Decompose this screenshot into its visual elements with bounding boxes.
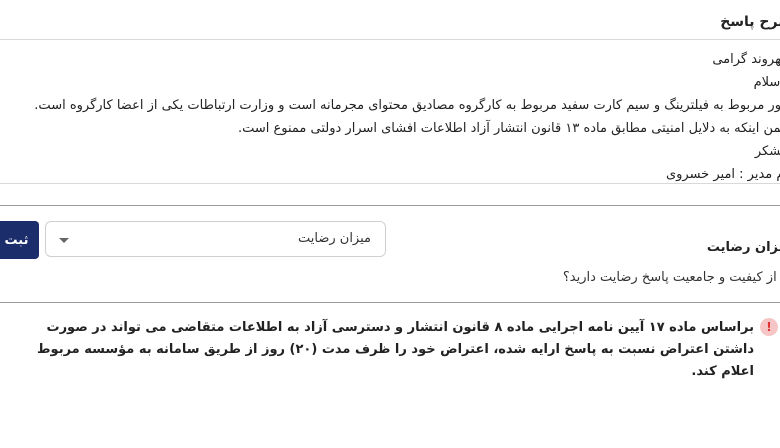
objection-notice: ! براساس ماده ۱۷ آیین نامه اجرایی ماده ۸…: [0, 317, 780, 379]
rating-bottom-divider: [0, 302, 780, 303]
satisfaction-select[interactable]: میزان رضایت: [45, 221, 386, 257]
answer-line: باتشکر: [754, 144, 780, 159]
select-value: میزان رضایت: [297, 231, 371, 246]
rating-top-divider: [0, 205, 780, 206]
rating-title: میزان رضایت: [706, 240, 780, 255]
body-divider: [0, 183, 780, 184]
exclamation-icon: !: [760, 318, 778, 336]
answer-line: شهروند گرامی: [712, 52, 780, 67]
answer-line: امور مربوط به فیلترینگ و سیم کارت سفید م…: [34, 98, 780, 113]
response-page: شرح پاسخ شهروند گرامی با سلام امور مربوط…: [0, 0, 780, 448]
notice-text: براساس ماده ۱۷ آیین نامه اجرایی ماده ۸ ق…: [37, 320, 754, 379]
chevron-down-icon: [59, 238, 69, 243]
answer-header: شرح پاسخ: [720, 14, 780, 30]
answer-body: شهروند گرامی با سلام امور مربوط به فیلتر…: [34, 48, 780, 186]
answer-line: با سلام: [753, 75, 780, 90]
rating-question: آیا از کیفیت و جامعیت پاسخ رضایت دارید؟: [562, 270, 780, 285]
answer-line: ضمن اینکه به دلایل امنیتی مطابق ماده ۱۳ …: [237, 121, 780, 136]
submit-button[interactable]: ثبت: [0, 221, 39, 259]
header-divider: [0, 39, 780, 40]
